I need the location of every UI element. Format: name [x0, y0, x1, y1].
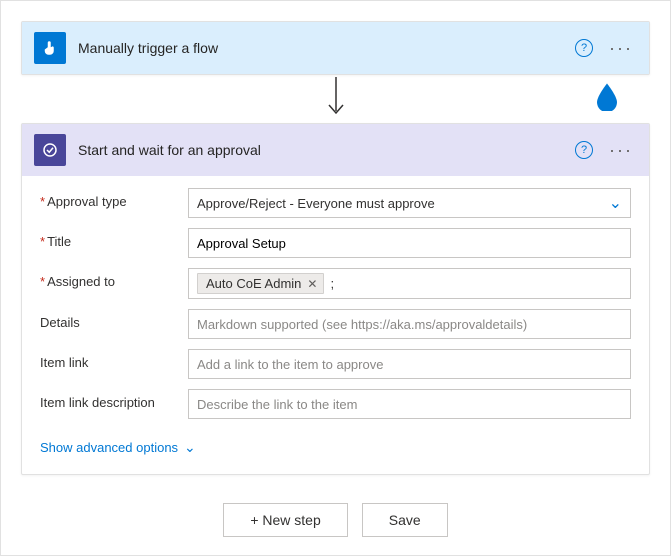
connector [21, 75, 650, 123]
action-header[interactable]: Start and wait for an approval ? ··· [22, 124, 649, 176]
details-input[interactable] [197, 317, 622, 332]
footer-buttons: + New step Save [21, 503, 650, 537]
show-advanced-toggle[interactable]: Show advanced options ⌄ [40, 435, 196, 460]
more-menu-icon[interactable]: ··· [605, 141, 637, 159]
trigger-card[interactable]: Manually trigger a flow ? ··· [21, 21, 650, 75]
chip-label: Auto CoE Admin [206, 276, 301, 291]
approval-check-icon [34, 134, 66, 166]
details-input-wrap [188, 309, 631, 339]
item-link-input[interactable] [197, 357, 622, 372]
assigned-to-input[interactable]: Auto CoE Admin ✕ ; [188, 268, 631, 299]
item-link-desc-input[interactable] [197, 397, 622, 412]
field-item-link: Item link [40, 349, 631, 379]
label-item-link: Item link [40, 349, 178, 370]
chevron-down-icon: ⌄ [609, 193, 622, 213]
assignee-separator: ; [330, 276, 334, 291]
label-details: Details [40, 309, 178, 330]
remove-chip-icon[interactable]: ✕ [307, 277, 317, 291]
label-title: *Title [40, 228, 178, 249]
trigger-title: Manually trigger a flow [78, 40, 563, 56]
help-icon[interactable]: ? [575, 39, 593, 57]
item-link-input-wrap [188, 349, 631, 379]
help-icon[interactable]: ? [575, 141, 593, 159]
title-input[interactable] [197, 236, 622, 251]
trigger-header[interactable]: Manually trigger a flow ? ··· [22, 22, 649, 74]
more-menu-icon[interactable]: ··· [605, 39, 637, 57]
title-input-wrap [188, 228, 631, 258]
hand-pointer-icon [34, 32, 66, 64]
chevron-down-icon: ⌄ [184, 439, 196, 456]
label-approval-type: *Approval type [40, 188, 178, 209]
droplet-icon [592, 81, 622, 111]
field-details: Details [40, 309, 631, 339]
field-item-link-description: Item link description [40, 389, 631, 419]
new-step-button[interactable]: + New step [223, 503, 347, 537]
arrow-down-icon [324, 75, 348, 123]
field-title: *Title [40, 228, 631, 258]
label-assigned-to: *Assigned to [40, 268, 178, 289]
show-advanced-label: Show advanced options [40, 440, 178, 455]
label-item-link-description: Item link description [40, 389, 178, 410]
item-link-desc-input-wrap [188, 389, 631, 419]
assignee-chip: Auto CoE Admin ✕ [197, 273, 324, 294]
approval-type-value: Approve/Reject - Everyone must approve [197, 196, 435, 211]
flow-designer-canvas: Manually trigger a flow ? ··· Start and … [0, 0, 671, 556]
field-assigned-to: *Assigned to Auto CoE Admin ✕ ; [40, 268, 631, 299]
action-body: *Approval type Approve/Reject - Everyone… [22, 176, 649, 474]
field-approval-type: *Approval type Approve/Reject - Everyone… [40, 188, 631, 218]
approval-action-card: Start and wait for an approval ? ··· *Ap… [21, 123, 650, 475]
approval-type-select[interactable]: Approve/Reject - Everyone must approve ⌄ [188, 188, 631, 218]
action-title: Start and wait for an approval [78, 142, 563, 158]
save-button[interactable]: Save [362, 503, 448, 537]
